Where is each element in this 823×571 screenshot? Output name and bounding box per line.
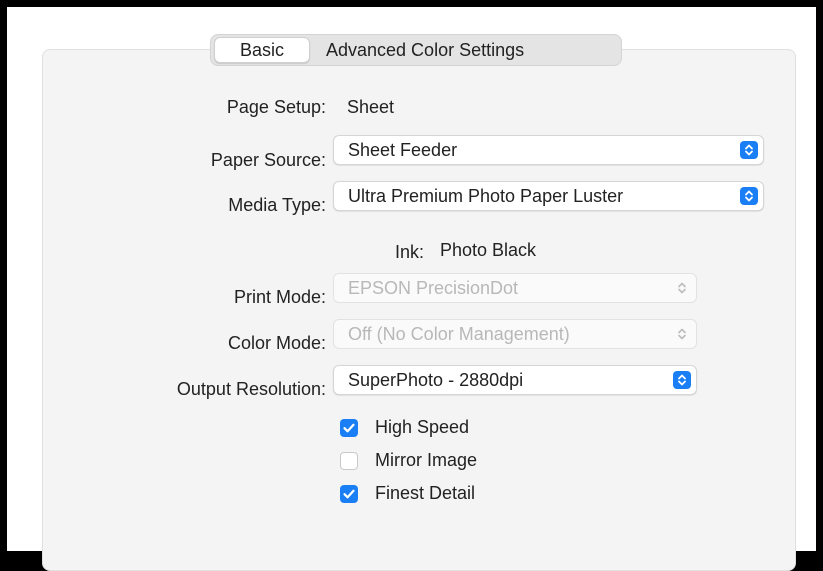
output-resolution-select[interactable]: SuperPhoto - 2880dpi — [333, 365, 697, 395]
tab-basic[interactable]: Basic — [214, 37, 310, 63]
output-resolution-label: Output Resolution: — [176, 379, 326, 399]
checkmark-icon — [340, 485, 358, 503]
chevron-up-down-icon — [673, 279, 691, 297]
paper-source-select[interactable]: Sheet Feeder — [333, 135, 764, 165]
color-mode-value: Off (No Color Management) — [348, 324, 570, 344]
checkmark-icon — [340, 419, 358, 437]
chevron-up-down-icon — [740, 141, 758, 159]
mirror-image-label: Mirror Image — [375, 450, 478, 470]
output-resolution-row: Output Resolution: — [7, 377, 326, 403]
chevron-up-down-icon — [740, 187, 758, 205]
chevron-up-down-icon — [673, 325, 691, 343]
print-mode-label: Print Mode: — [233, 287, 326, 307]
color-mode-select[interactable]: Off (No Color Management) — [333, 319, 697, 349]
media-type-row: Media Type: — [7, 193, 326, 219]
high-speed-label: High Speed — [375, 417, 470, 437]
ink-row: Ink: — [7, 240, 424, 266]
page-setup-value: Sheet — [347, 97, 395, 117]
output-resolution-value: SuperPhoto - 2880dpi — [348, 370, 524, 390]
tab-advanced-color-settings[interactable]: Advanced Color Settings — [310, 37, 524, 63]
print-mode-value: EPSON PrecisionDot — [348, 278, 519, 298]
media-type-value: Ultra Premium Photo Paper Luster — [348, 186, 624, 206]
paper-source-value: Sheet Feeder — [348, 140, 458, 160]
checkbox-empty-icon — [340, 452, 358, 470]
tab-segmented-control: Basic Advanced Color Settings — [210, 34, 622, 66]
finest-detail-label: Finest Detail — [375, 483, 476, 503]
paper-source-row: Paper Source: — [7, 148, 326, 174]
print-mode-row: Print Mode: — [7, 285, 326, 311]
ink-label: Ink: — [394, 242, 424, 262]
print-mode-select[interactable]: EPSON PrecisionDot — [333, 273, 697, 303]
paper-source-label: Paper Source: — [210, 150, 326, 170]
chevron-up-down-icon — [673, 371, 691, 389]
ink-value: Photo Black — [440, 240, 537, 260]
media-type-select[interactable]: Ultra Premium Photo Paper Luster — [333, 181, 764, 211]
media-type-label: Media Type: — [228, 195, 326, 215]
page-setup-label: Page Setup: — [226, 97, 326, 117]
print-settings-window: Basic Advanced Color Settings Page Setup… — [7, 7, 816, 571]
color-mode-row: Color Mode: — [7, 331, 326, 357]
color-mode-label: Color Mode: — [227, 333, 326, 353]
page-setup-row: Page Setup: — [7, 95, 326, 121]
